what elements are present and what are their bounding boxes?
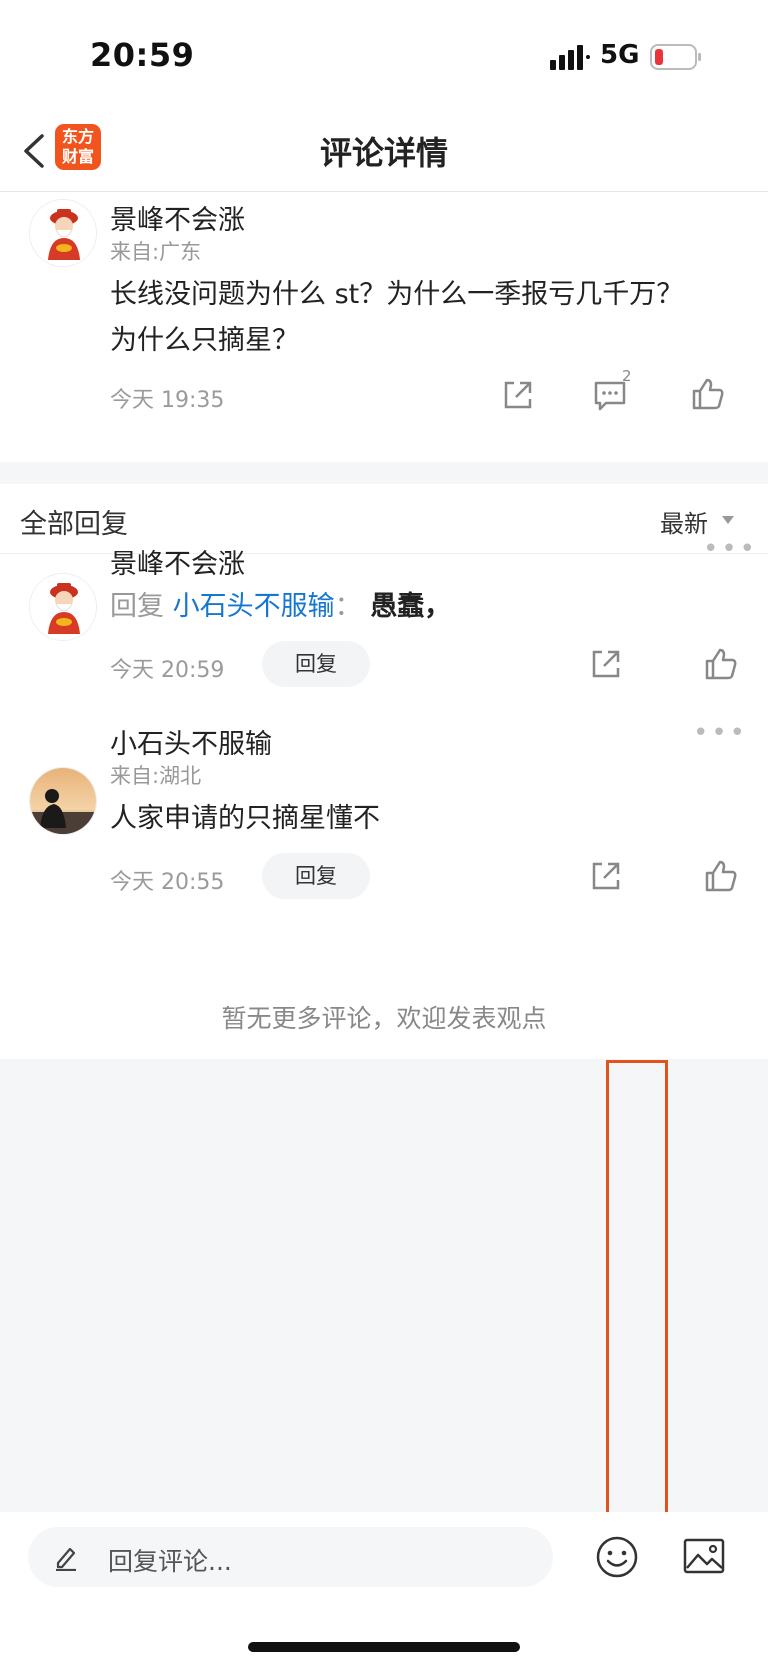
more-options-icon[interactable]: •••: [693, 718, 748, 748]
like-icon[interactable]: [703, 858, 739, 894]
emoji-icon[interactable]: [594, 1534, 640, 1580]
reply-input-placeholder: 回复评论...: [108, 1547, 232, 1576]
main-comment: 景峰不会涨 来自:广东 长线没问题为什么 st？为什么一季报亏几千万？ 为什么只…: [0, 192, 768, 462]
user-name[interactable]: 小石头不服输: [110, 722, 272, 761]
comment-count: 2: [622, 367, 632, 385]
comment-time: 今天 19:35: [110, 388, 225, 413]
nav-bar: 东方 财富 评论详情: [0, 110, 768, 192]
sunset-avatar-icon: [30, 768, 96, 834]
reply-prefix: 回复: [110, 591, 164, 622]
reply-button[interactable]: 回复: [262, 641, 370, 687]
like-icon[interactable]: [703, 646, 739, 682]
highlight-box: [606, 1060, 668, 1532]
avatar[interactable]: [29, 199, 97, 267]
like-icon[interactable]: [690, 376, 726, 412]
comment-text-line-1: 长线没问题为什么 st？为什么一季报亏几千万？: [110, 279, 684, 310]
replies-section: 全部回复 最新 景峰不会涨 ••• 回复 小石头不服输： 愚蠢， 今天 20:5…: [0, 484, 768, 1059]
reply-body: 愚蠢，: [370, 591, 452, 622]
reply-colon: ：: [334, 591, 362, 622]
user-name[interactable]: 景峰不会涨: [110, 542, 245, 581]
avatar[interactable]: [29, 767, 97, 835]
user-name[interactable]: 景峰不会涨: [110, 198, 245, 237]
reply-button[interactable]: 回复: [262, 853, 370, 899]
reply-text: 人家申请的只摘星懂不: [110, 803, 380, 834]
sort-caret-icon[interactable]: [722, 516, 734, 524]
sort-dropdown[interactable]: 最新: [660, 504, 708, 539]
image-icon[interactable]: [682, 1536, 726, 1576]
reply-input[interactable]: 回复评论...: [28, 1527, 553, 1587]
signal-icon: [550, 45, 590, 70]
page-title: 评论详情: [319, 134, 448, 172]
bottom-bar: 回复评论...: [0, 1512, 768, 1667]
caishen-avatar-icon: [30, 200, 96, 266]
share-icon[interactable]: [588, 858, 624, 894]
reply-time: 今天 20:59: [110, 658, 225, 683]
pencil-icon: [56, 1547, 76, 1571]
more-options-icon[interactable]: •••: [703, 534, 758, 564]
battery-icon: [650, 44, 701, 70]
reply-text: 回复 小石头不服输： 愚蠢，: [110, 584, 451, 630]
comment-text-line-2: 为什么只摘星？: [110, 325, 299, 356]
section-divider: [0, 462, 768, 484]
reply-time: 今天 20:55: [110, 870, 225, 895]
share-icon[interactable]: [500, 377, 536, 413]
avatar[interactable]: [29, 573, 97, 641]
no-more-comments: 暂无更多评论，欢迎发表观点: [221, 1004, 547, 1033]
status-time: 20:59: [90, 36, 195, 74]
share-icon[interactable]: [588, 646, 624, 682]
replies-title: 全部回复: [20, 509, 128, 540]
caishen-avatar-icon: [30, 574, 96, 640]
network-type: 5G: [600, 40, 640, 70]
home-indicator: [248, 1642, 520, 1652]
status-bar: 20:59 5G: [0, 0, 768, 110]
user-location: 来自:湖北: [110, 764, 202, 788]
user-location: 来自:广东: [110, 240, 202, 264]
reply-target-link[interactable]: 小石头不服输: [173, 591, 335, 622]
